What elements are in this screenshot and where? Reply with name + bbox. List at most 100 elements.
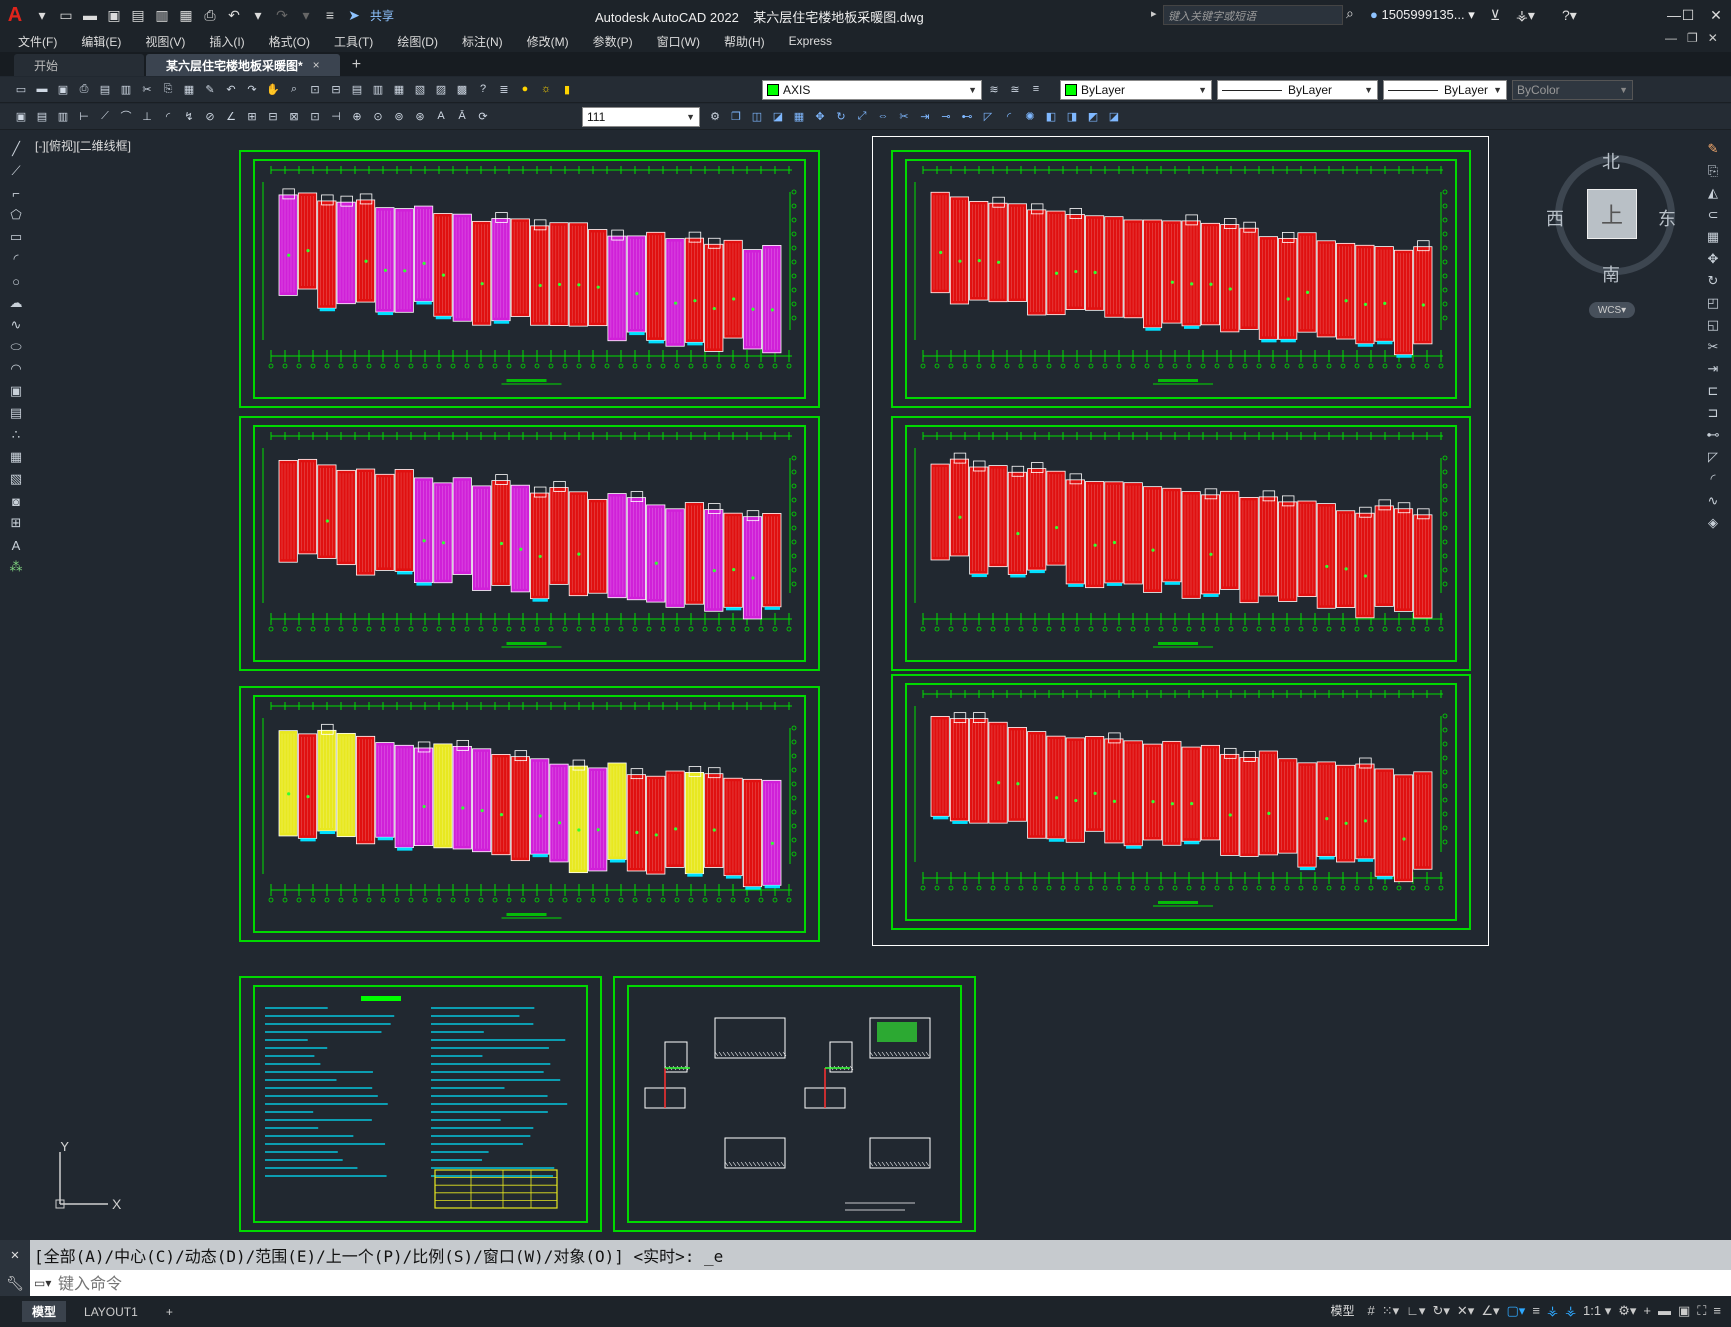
paste-icon[interactable]: ▦ [180,80,198,98]
floor-plan-sheet-2[interactable] [239,416,820,671]
tab-start[interactable]: 开始 [14,54,144,76]
angular-icon[interactable]: ∠ [222,107,240,125]
dim-space-icon[interactable]: ⊡ [306,107,324,125]
annotation-scale[interactable]: 1:1 ▾ [1583,1303,1611,1319]
compass-west[interactable]: 西 [1546,205,1564,231]
doc-minimize-icon[interactable]: — [1665,31,1677,45]
baseline-icon[interactable]: ⊟ [264,107,282,125]
open-file-icon[interactable]: ▬ [80,5,100,25]
compass-south[interactable]: 南 [1602,261,1620,287]
linetype-dropdown[interactable]: ByLayer ▼ [1217,80,1378,100]
chamfer-icon[interactable]: ◸ [979,107,997,125]
make-current-layer-icon[interactable]: ≋ [985,80,1003,98]
grid-icon[interactable]: # [1368,1303,1375,1318]
fullscreen-icon[interactable]: ⛶ [1697,1303,1706,1319]
isodraft-icon[interactable]: ∠▾ [1481,1303,1499,1319]
color-dropdown[interactable]: ByLayer ▼ [1060,80,1212,100]
join-icon[interactable]: ⊷ [1704,426,1722,444]
tab-drawing[interactable]: 某六层住宅楼地板采暖图* × [146,54,340,76]
explode-icon[interactable]: ✺ [1021,107,1039,125]
plot-icon[interactable]: ⎙ [75,80,93,98]
cut-icon[interactable]: ✂ [138,80,156,98]
dim-update-icon[interactable]: ⟳ [474,107,492,125]
inspect-icon[interactable]: ⊚ [390,107,408,125]
detail-drawings-sheet[interactable] [613,976,976,1232]
array-icon[interactable]: ▦ [1704,228,1722,246]
model-space-toggle[interactable]: 模型 [1331,1302,1355,1319]
new-tab-button[interactable]: + [352,54,361,76]
copy-icon[interactable]: ⎘ [159,80,177,98]
arc-icon[interactable]: ◜ [7,250,25,268]
ellipse-icon[interactable]: ⬭ [7,338,25,356]
dimstyle-dropdown[interactable]: 111 ▼ [582,107,700,127]
menu-draw[interactable]: 绘图(D) [385,33,450,50]
design-center-icon[interactable]: ▥ [369,80,387,98]
menu-dimension[interactable]: 标注(N) [450,33,515,50]
mirror-icon[interactable]: ◭ [1704,184,1722,202]
sheet-set-icon[interactable]: ▧ [411,80,429,98]
undo-icon[interactable]: ↶ [224,5,244,25]
undo-dropdown-icon[interactable]: ▾ [248,5,268,25]
stretch-icon[interactable]: ⇔ [874,107,892,125]
copy-icon[interactable]: ⎘ [1704,162,1722,180]
quick-dim-icon[interactable]: ⊞ [243,107,261,125]
insert-block-icon[interactable]: ▣ [7,382,25,400]
block-icon[interactable]: ▣ [12,107,30,125]
menu-express[interactable]: Express [777,34,844,48]
ortho-icon[interactable]: ∟▾ [1406,1303,1425,1319]
add-icon[interactable]: + [1643,1303,1651,1318]
menu-modify[interactable]: 修改(M) [515,33,581,50]
dim-text-edit-icon[interactable]: Ā [453,107,471,125]
offset-icon[interactable]: ◪ [769,107,787,125]
search-expand-icon[interactable]: ▸ [1151,7,1157,20]
zoom-previous-icon[interactable]: ⊟ [327,80,345,98]
restore-icon[interactable]: ☐ [1674,0,1702,30]
design-notes-sheet[interactable] [239,976,602,1232]
menu-file[interactable]: 文件(F) [6,33,69,50]
menu-help[interactable]: 帮助(H) [712,33,777,50]
floor-plan-sheet-1[interactable] [239,150,820,408]
blend-curves-icon[interactable]: ∿ [1704,492,1722,510]
polygon-icon[interactable]: ⬠ [7,206,25,224]
redo-icon[interactable]: ↷ [272,5,292,25]
hatch-icon[interactable]: ▦ [7,448,25,466]
table-icon[interactable]: ⊞ [7,514,25,532]
markup-icon[interactable]: ▨ [432,80,450,98]
group-icon[interactable]: ◩ [1084,107,1102,125]
multiline-text-icon[interactable]: A [7,536,25,554]
spline-icon[interactable]: ∿ [7,316,25,334]
plot-preview-icon[interactable]: ▤ [96,80,114,98]
scale-icon[interactable]: ⤢ [853,107,871,125]
diameter-icon[interactable]: ⊘ [201,107,219,125]
cart-icon[interactable]: ⊻ [1490,4,1500,26]
undo-icon[interactable]: ↶ [222,80,240,98]
help-icon[interactable]: ? ▾ [1562,4,1577,26]
pan-icon[interactable]: ✋ [264,80,282,98]
open-icon[interactable]: ▬ [33,80,51,98]
dim-edit-icon[interactable]: A [432,107,450,125]
floor-plan-sheet-3[interactable] [239,686,820,942]
polar-icon[interactable]: ↻▾ [1432,1303,1449,1319]
extend-icon[interactable]: ⇥ [916,107,934,125]
autocad-logo-icon[interactable]: A [0,0,30,30]
save-web-icon[interactable]: ▦ [176,5,196,25]
app-menu-chevron-icon[interactable]: ▾ [32,5,52,25]
auto-scale-icon[interactable]: ⚶ [1565,1303,1576,1319]
menu-format[interactable]: 格式(O) [257,33,322,50]
construction-line-icon[interactable]: ⟋ [7,162,25,180]
tolerance-icon[interactable]: ⊕ [348,107,366,125]
floor-plan-sheet-6[interactable] [891,674,1471,930]
doc-close-icon[interactable]: ✕ [1708,31,1718,45]
point-icon[interactable]: ∴ [7,426,25,444]
make-block-icon[interactable]: ▤ [7,404,25,422]
menu-view[interactable]: 视图(V) [133,33,197,50]
trim-icon[interactable]: ✂ [1704,338,1722,356]
mirror-icon[interactable]: ◫ [748,107,766,125]
move-icon[interactable]: ✥ [811,107,829,125]
tab-model[interactable]: 模型 [22,1301,67,1322]
copy-object-icon[interactable]: ❐ [727,107,745,125]
erase-icon[interactable]: ◨ [1063,107,1081,125]
rotate-icon[interactable]: ↻ [1704,272,1722,290]
add-selected-icon[interactable]: ⁂ [7,558,25,576]
redo-dropdown-icon[interactable]: ▾ [296,5,316,25]
